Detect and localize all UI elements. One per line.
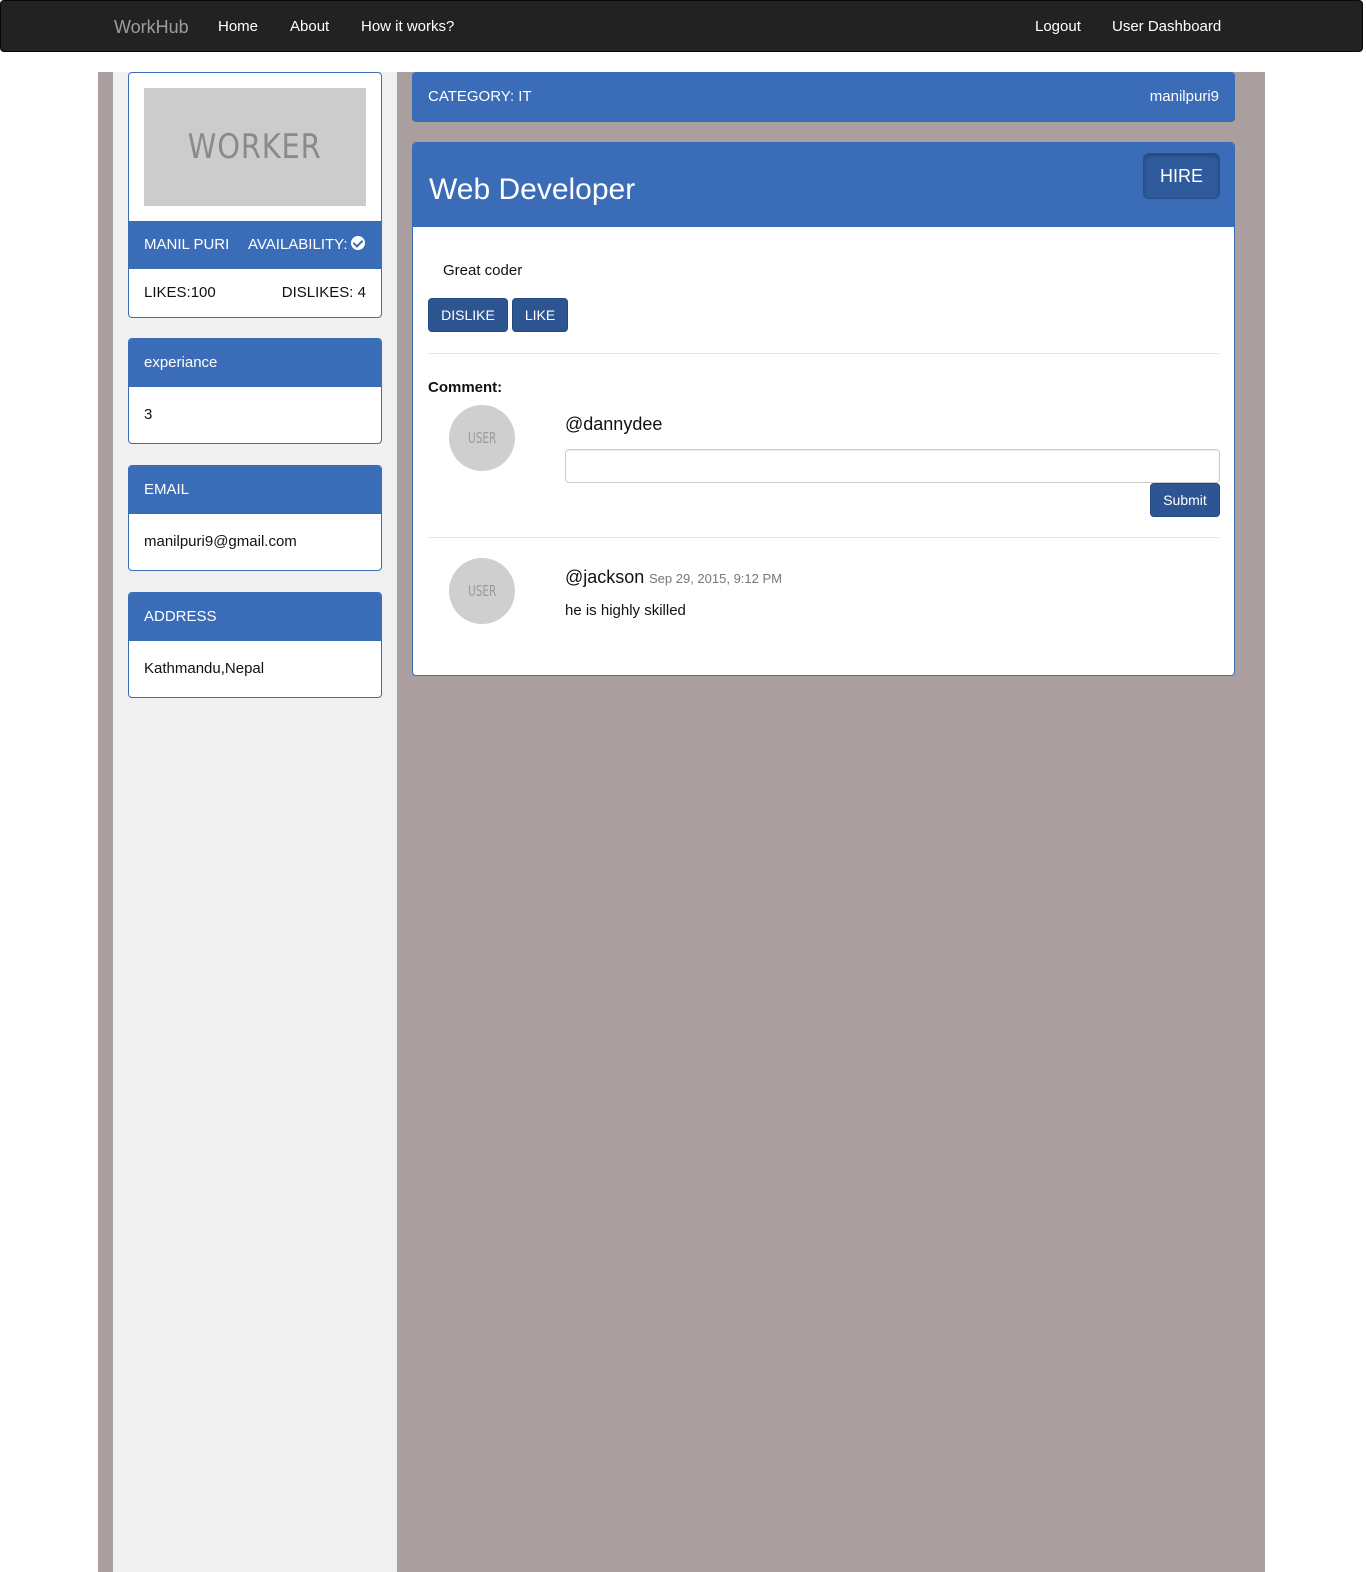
dislikes-count: DISLIKES: 4 — [281, 284, 366, 301]
comment-heading: Comment: — [428, 379, 503, 396]
address-label: ADDRESS — [144, 608, 217, 625]
brand-logo[interactable]: WorkHub — [114, 17, 189, 38]
address-header: ADDRESS — [129, 593, 381, 641]
experience-value: 3 — [144, 406, 153, 423]
comment-input[interactable] — [565, 449, 1220, 483]
divider — [428, 353, 1219, 354]
experience-panel: experiance 3 — [128, 338, 382, 444]
worker-name: MANIL PURI — [144, 236, 230, 253]
nav-logout[interactable]: Logout — [1035, 18, 1081, 35]
email-header: EMAIL — [129, 466, 381, 514]
nav-home[interactable]: Home — [218, 18, 258, 35]
hire-button[interactable]: HIRE — [1143, 153, 1220, 199]
experience-label: experiance — [144, 354, 218, 371]
email-value: manilpuri9@gmail.com — [144, 533, 297, 550]
avatar-text: USER — [467, 429, 497, 447]
nav-about[interactable]: About — [290, 18, 329, 35]
comment-text: he is highly skilled — [565, 602, 686, 619]
email-panel: EMAIL manilpuri9@gmail.com — [128, 465, 382, 571]
commenter-handle[interactable]: @jackson — [565, 567, 644, 588]
job-header: Web Developer HIRE — [413, 143, 1234, 227]
current-user-handle: @dannydee — [565, 414, 663, 434]
likes-count: LIKES:100 — [144, 284, 216, 301]
job-description: Great coder — [443, 262, 523, 279]
nav-how-it-works[interactable]: How it works? — [361, 18, 454, 35]
avatar-text: USER — [467, 582, 497, 600]
address-panel: ADDRESS Kathmandu,Nepal — [128, 592, 382, 698]
worker-photo: WORKER — [144, 88, 366, 206]
commenter-avatar: USER — [449, 558, 515, 624]
dislike-button[interactable]: DISLIKE — [428, 298, 508, 332]
comment-date: Sep 29, 2015, 9:12 PM — [649, 571, 782, 586]
worker-photo-text: WORKER — [188, 127, 322, 167]
profile-card: WORKER MANIL PURI AVAILABILITY: LIKES:10… — [128, 72, 382, 318]
experience-header: experiance — [129, 339, 381, 387]
check-circle-icon — [350, 236, 365, 250]
email-label: EMAIL — [144, 481, 190, 498]
submit-button[interactable]: Submit — [1150, 483, 1220, 517]
category-label: CATEGORY: IT — [428, 88, 532, 105]
availability-label: AVAILABILITY: — [248, 236, 348, 253]
job-title: Web Developer — [429, 173, 636, 206]
address-value: Kathmandu,Nepal — [144, 660, 265, 677]
profile-stats: LIKES:100 DISLIKES: 4 — [129, 269, 381, 317]
divider — [428, 537, 1219, 538]
current-user-avatar: USER — [449, 405, 515, 471]
nav-user-dashboard[interactable]: User Dashboard — [1112, 18, 1221, 35]
owner-username[interactable]: manilpuri9 — [1150, 88, 1219, 105]
job-card: Web Developer HIRE Great coder DISLIKE L… — [412, 142, 1235, 676]
profile-header: MANIL PURI AVAILABILITY: — [129, 221, 381, 269]
page-frame-left — [98, 72, 113, 1572]
like-button[interactable]: LIKE — [512, 298, 568, 332]
category-bar: CATEGORY: IT manilpuri9 — [412, 72, 1235, 122]
top-navbar: WorkHub Home About How it works? Logout … — [0, 0, 1363, 52]
